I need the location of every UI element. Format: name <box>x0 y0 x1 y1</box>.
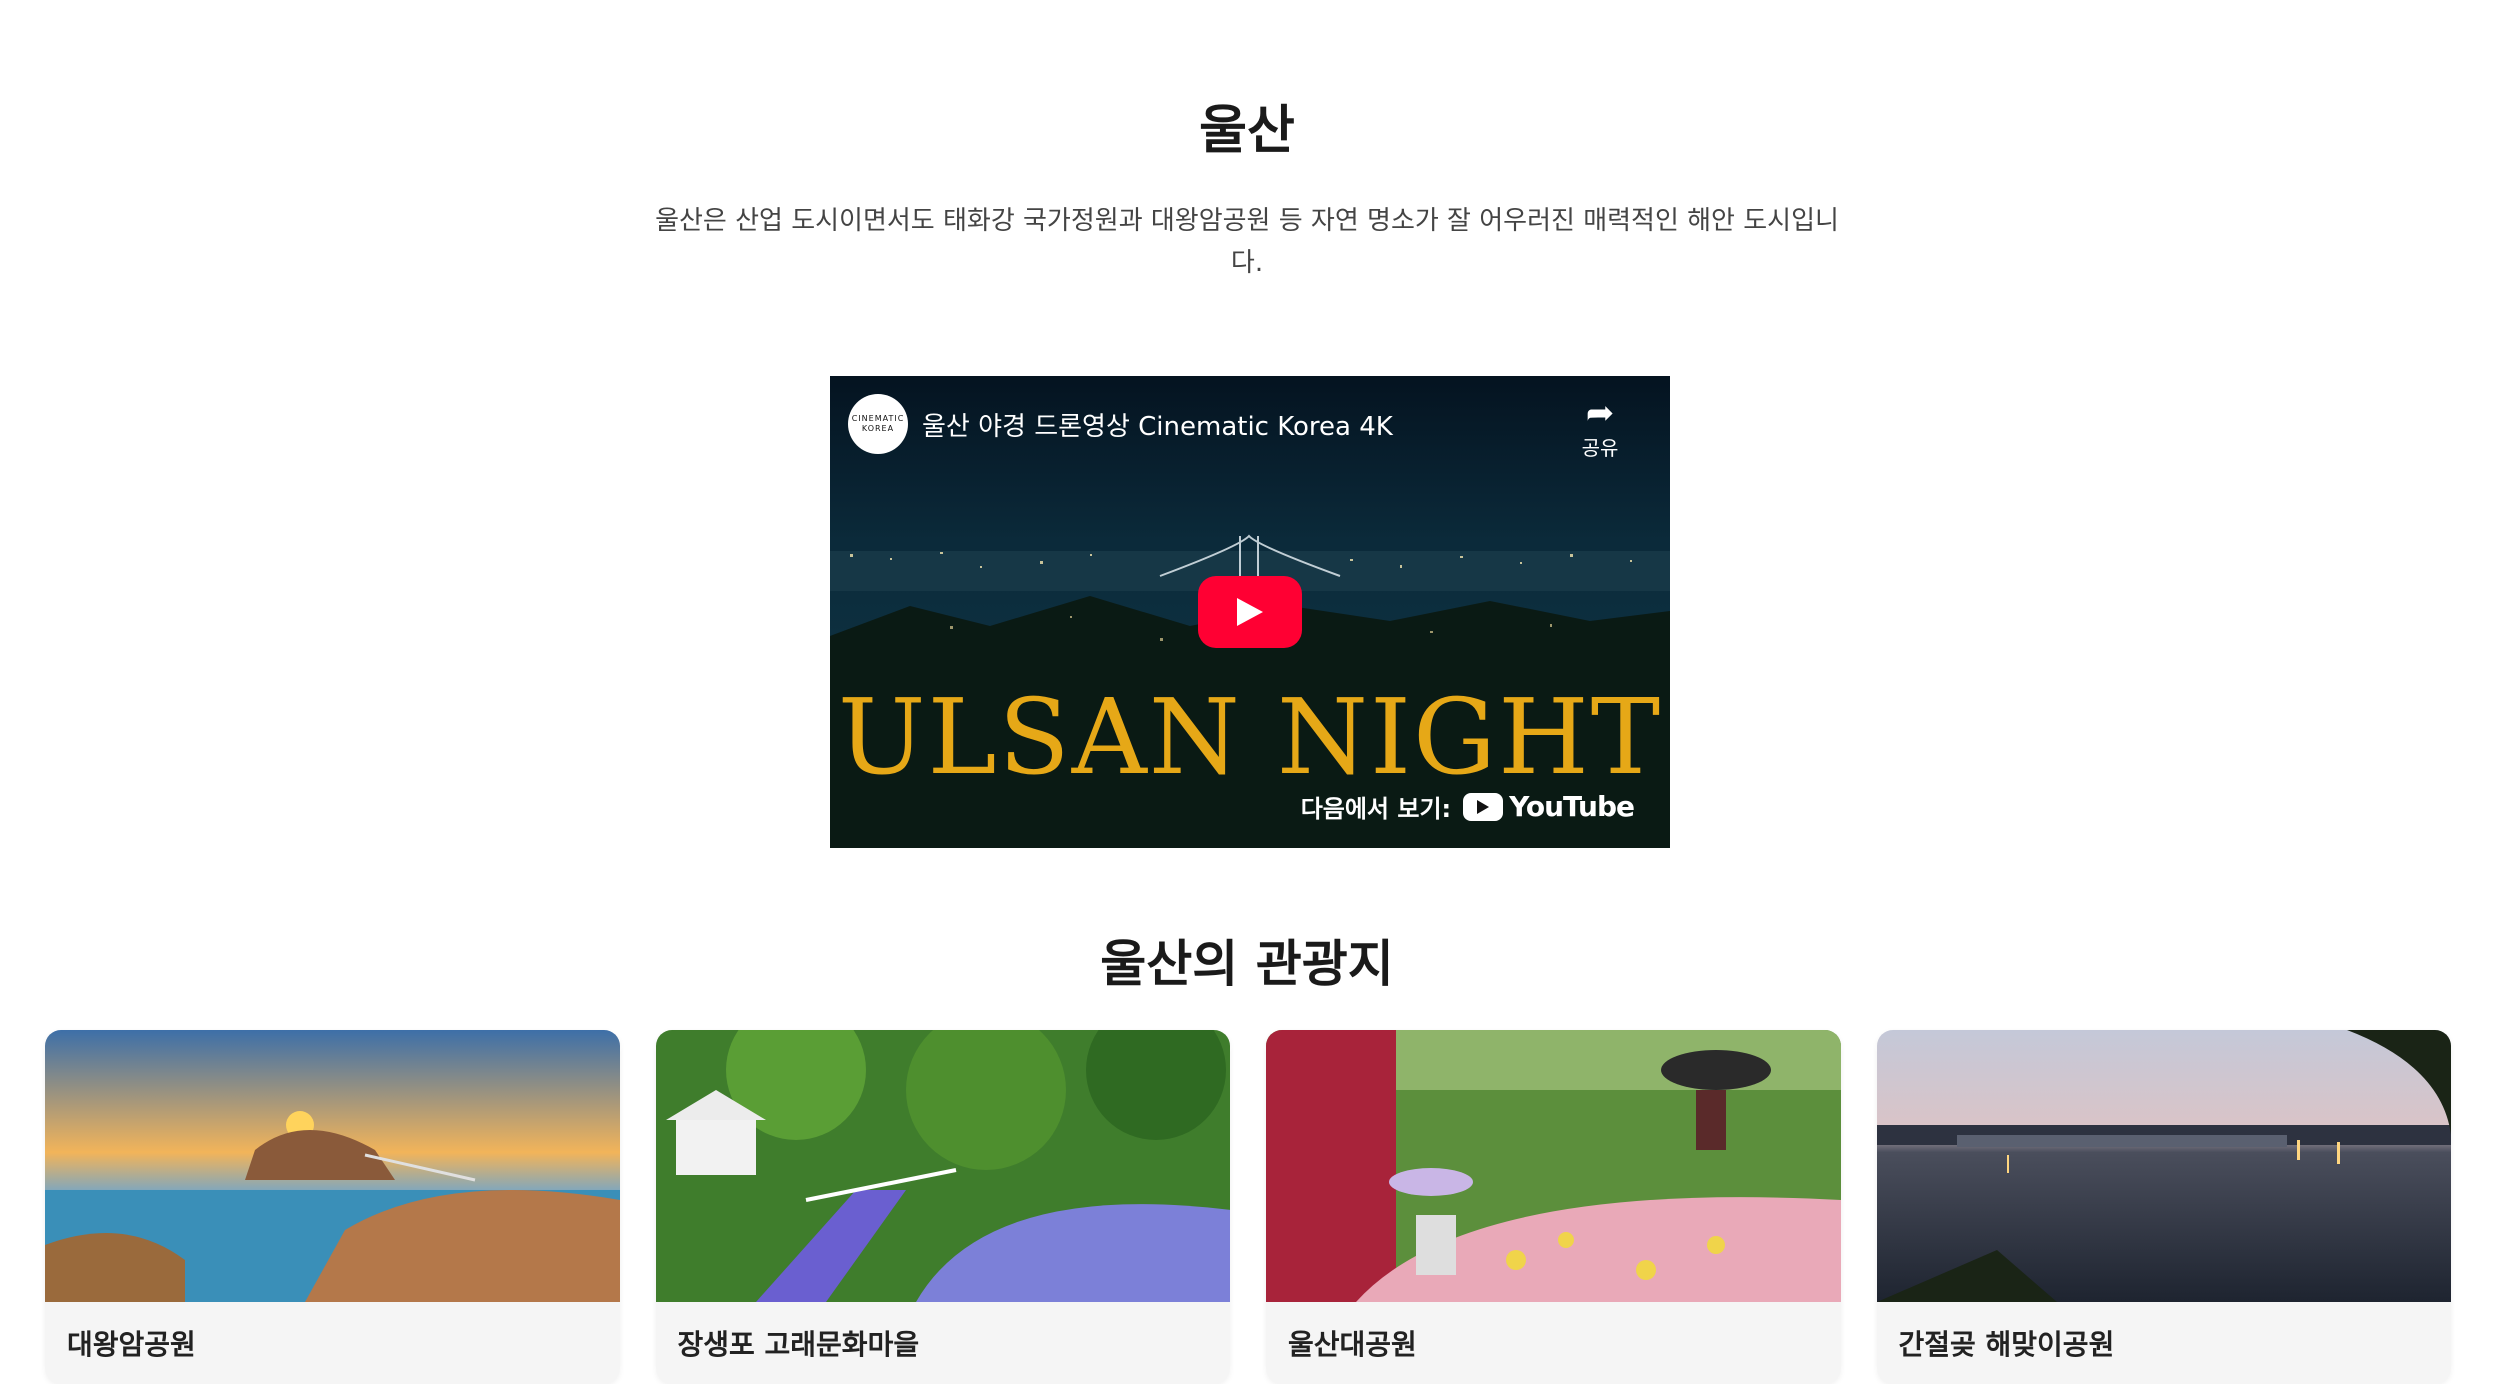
page-title: 울산 <box>1199 101 1295 161</box>
attraction-card[interactable]: 울산대공원 <box>1266 1030 1841 1384</box>
attraction-name[interactable]: 간절곶 해맞이공원 <box>1877 1302 2452 1384</box>
attraction-image <box>655 1030 1230 1302</box>
attraction-image <box>1266 1030 1841 1302</box>
channel-logo-top: CINEMATIC <box>851 414 905 423</box>
video-embed[interactable]: CINEMATIC KOREA 울산 야경 드론영상 Cinematic Kor… <box>830 376 1670 848</box>
channel-logo-bottom: KOREA <box>861 424 895 433</box>
youtube-logo: YouTube <box>1463 790 1635 823</box>
attraction-card[interactable]: 장생포 고래문화마을 <box>655 1030 1231 1384</box>
share-icon: ➦ <box>1585 393 1615 433</box>
watch-on-label: 다음에서 보기: <box>1300 795 1452 823</box>
attractions-list: 대왕암공원 장생포 고래문화마을 울산대공원 간절곶 해맞이공원 <box>45 1030 2451 1384</box>
youtube-label: YouTube <box>1509 790 1635 823</box>
attractions-heading: 울산의 관광지 <box>1100 935 1394 993</box>
video-title[interactable]: 울산 야경 드론영상 Cinematic Korea 4K <box>922 406 1393 443</box>
share-button[interactable]: ➦ 공유 <box>1570 394 1630 461</box>
attraction-card[interactable]: 대왕암공원 <box>45 1030 620 1384</box>
attraction-image <box>1876 1030 2451 1302</box>
share-label: 공유 <box>1581 436 1619 460</box>
attraction-name[interactable]: 울산대공원 <box>1266 1302 1841 1384</box>
attraction-name[interactable]: 대왕암공원 <box>45 1302 620 1384</box>
channel-avatar[interactable]: CINEMATIC KOREA <box>848 394 908 454</box>
youtube-logo-icon <box>1463 792 1504 821</box>
page-description: 울산은 산업 도시이면서도 태화강 국가정원과 대왕암공원 등 자연 명소가 잘… <box>655 206 1839 278</box>
watch-on-youtube-link[interactable]: 다음에서 보기: YouTube <box>1300 789 1635 824</box>
page: 울산 울산은 산업 도시이면서도 태화강 국가정원과 대왕암공원 등 자연 명소… <box>0 0 2494 1384</box>
play-icon <box>1237 598 1263 626</box>
attraction-name[interactable]: 장생포 고래문화마을 <box>656 1302 1231 1384</box>
video-overlay-text: ULSAN NIGHT <box>837 676 1663 798</box>
play-button[interactable] <box>1198 576 1302 648</box>
attraction-image <box>45 1030 620 1302</box>
attraction-card[interactable]: 간절곶 해맞이공원 <box>1876 1030 2452 1384</box>
